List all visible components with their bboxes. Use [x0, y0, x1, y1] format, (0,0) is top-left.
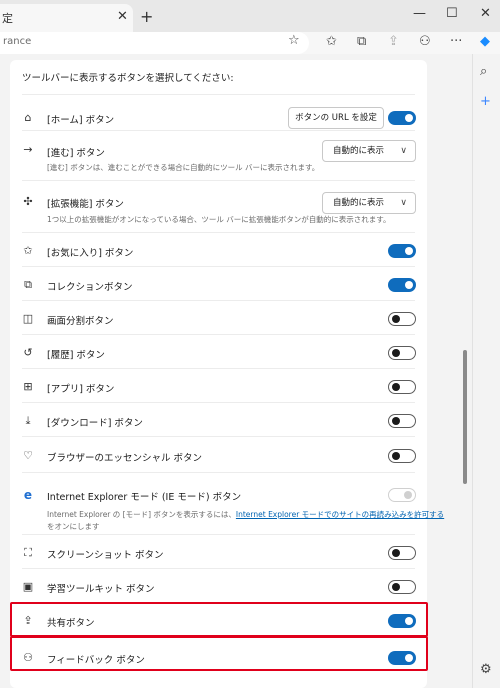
- address-toolbar: rance ☆ ✩ ⧉ ⇪ ⚇ ··· ◆: [0, 32, 500, 54]
- maximize-button[interactable]: ☐: [446, 6, 458, 21]
- divider: [22, 180, 415, 181]
- row-ie-label: Internet Explorer モード (IE モード) ボタン: [47, 492, 242, 503]
- favorites-icon[interactable]: ✩: [326, 34, 337, 49]
- section-heading: ツールバーに表示するボタンを選択してください:: [22, 73, 234, 84]
- divider: [22, 568, 415, 569]
- row-home-label: [ホーム] ボタン: [47, 115, 115, 126]
- favorite-star-icon[interactable]: ☆: [288, 33, 300, 48]
- row-extensions-label: [拡張機能] ボタン: [47, 199, 124, 210]
- divider: [22, 334, 415, 335]
- row-downloads-label: [ダウンロード] ボタン: [47, 418, 143, 429]
- divider: [22, 94, 415, 95]
- divider: [22, 534, 415, 535]
- toggle-split-screen[interactable]: [388, 312, 416, 326]
- row-extensions-desc: 1つ以上の拡張機能がオンになっている場合、ツール バーに拡張機能ボタンが自動的に…: [47, 215, 391, 224]
- forward-select[interactable]: 自動的に表示 ∨: [322, 140, 416, 162]
- row-ie-desc: Internet Explorer の [モード] ボタンを表示するには、Int…: [47, 509, 444, 520]
- toggle-favorites[interactable]: [388, 244, 416, 258]
- divider: [22, 130, 415, 131]
- tab-title: 定: [2, 12, 13, 25]
- scrollbar[interactable]: [461, 54, 469, 688]
- history-icon: ↺: [23, 346, 33, 359]
- ie-reload-link[interactable]: Internet Explorer モードでのサイトの再読み込みを許可する: [236, 510, 444, 519]
- toggle-collections[interactable]: [388, 278, 416, 292]
- highlight-share: [10, 602, 428, 637]
- divider: [22, 266, 415, 267]
- divider: [22, 436, 415, 437]
- sidebar-plus-icon[interactable]: +: [480, 94, 491, 109]
- toggle-ie-mode[interactable]: [388, 488, 416, 502]
- apps-grid-icon: ⊞: [23, 380, 33, 393]
- download-icon: ⤓: [25, 414, 31, 427]
- toggle-essentials[interactable]: [388, 449, 416, 463]
- heart-pulse-icon: ♡: [23, 449, 33, 462]
- url-text: rance: [3, 36, 32, 47]
- settings-content: ツールバーに表示するボタンを選択してください: ⌂ [ホーム] ボタン ボタンの…: [0, 54, 472, 688]
- scrollbar-thumb[interactable]: [463, 350, 467, 484]
- screenshot-icon: ⛶: [24, 546, 32, 559]
- divider: [22, 402, 415, 403]
- row-collections-label: コレクションボタン: [47, 282, 133, 293]
- learning-toolkit-icon: ▣: [22, 580, 34, 593]
- tab-close-icon[interactable]: ✕: [117, 9, 128, 24]
- row-forward-desc: [進む] ボタンは、進むことができる場合に自動的にツール バーに表示されます。: [47, 163, 320, 172]
- row-forward-label: [進む] ボタン: [47, 148, 105, 159]
- row-favorites-label: [お気に入り] ボタン: [47, 248, 134, 259]
- row-ie-desc-suffix: をオンにします: [47, 522, 100, 531]
- forward-select-value: 自動的に表示: [333, 146, 385, 156]
- toggle-screenshot[interactable]: [388, 546, 416, 560]
- forward-arrow-icon: →: [23, 143, 33, 156]
- browser-tab[interactable]: 定 ✕: [0, 4, 133, 32]
- set-url-button[interactable]: ボタンの URL を設定: [288, 107, 384, 129]
- row-ie-desc-prefix: Internet Explorer の [モード] ボタンを表示するには、: [47, 510, 236, 519]
- settings-gear-icon[interactable]: ⚙: [480, 662, 492, 677]
- divider: [22, 300, 415, 301]
- divider: [22, 472, 415, 473]
- divider: [22, 368, 415, 369]
- row-screenshot-label: スクリーンショット ボタン: [47, 550, 164, 561]
- extensions-select[interactable]: 自動的に表示 ∨: [322, 192, 416, 214]
- collections-icon[interactable]: ⧉: [357, 34, 366, 49]
- right-sidebar: ⌕ + ⚙: [472, 54, 500, 688]
- highlight-feedback: [10, 636, 428, 671]
- address-bar[interactable]: rance ☆: [0, 32, 309, 54]
- row-essentials-label: ブラウザーのエッセンシャル ボタン: [47, 453, 203, 464]
- more-icon[interactable]: ···: [450, 34, 462, 49]
- extensions-icon[interactable]: ⚇: [419, 34, 431, 49]
- favorites-star-icon: ✩: [23, 244, 33, 257]
- share-icon[interactable]: ⇪: [388, 34, 399, 49]
- toolbar-settings-card: ツールバーに表示するボタンを選択してください: ⌂ [ホーム] ボタン ボタンの…: [10, 60, 444, 688]
- divider: [22, 232, 415, 233]
- split-screen-icon: ◫: [22, 312, 34, 325]
- search-icon[interactable]: ⌕: [480, 64, 487, 79]
- ie-logo-icon: e: [23, 488, 33, 502]
- toggle-home[interactable]: [388, 111, 416, 125]
- puzzle-icon: ✣: [23, 195, 33, 208]
- chevron-down-icon: ∨: [400, 198, 407, 208]
- collections-icon: ⧉: [24, 278, 32, 291]
- title-bar: 定 ✕ + — ☐ ✕: [0, 0, 500, 32]
- minimize-button[interactable]: —: [413, 6, 426, 21]
- row-apps-label: [アプリ] ボタン: [47, 384, 115, 395]
- home-icon: ⌂: [24, 111, 32, 124]
- toggle-apps[interactable]: [388, 380, 416, 394]
- row-split-label: 画面分割ボタン: [47, 316, 114, 327]
- row-history-label: [履歴] ボタン: [47, 350, 105, 361]
- toggle-downloads[interactable]: [388, 414, 416, 428]
- copilot-icon[interactable]: ◆: [480, 34, 490, 49]
- toggle-history[interactable]: [388, 346, 416, 360]
- chevron-down-icon: ∨: [400, 146, 407, 156]
- extensions-select-value: 自動的に表示: [333, 198, 385, 208]
- row-learning-label: 学習ツールキット ボタン: [47, 584, 155, 595]
- toggle-learning-toolkit[interactable]: [388, 580, 416, 594]
- close-window-button[interactable]: ✕: [480, 6, 491, 21]
- new-tab-button[interactable]: +: [140, 7, 153, 26]
